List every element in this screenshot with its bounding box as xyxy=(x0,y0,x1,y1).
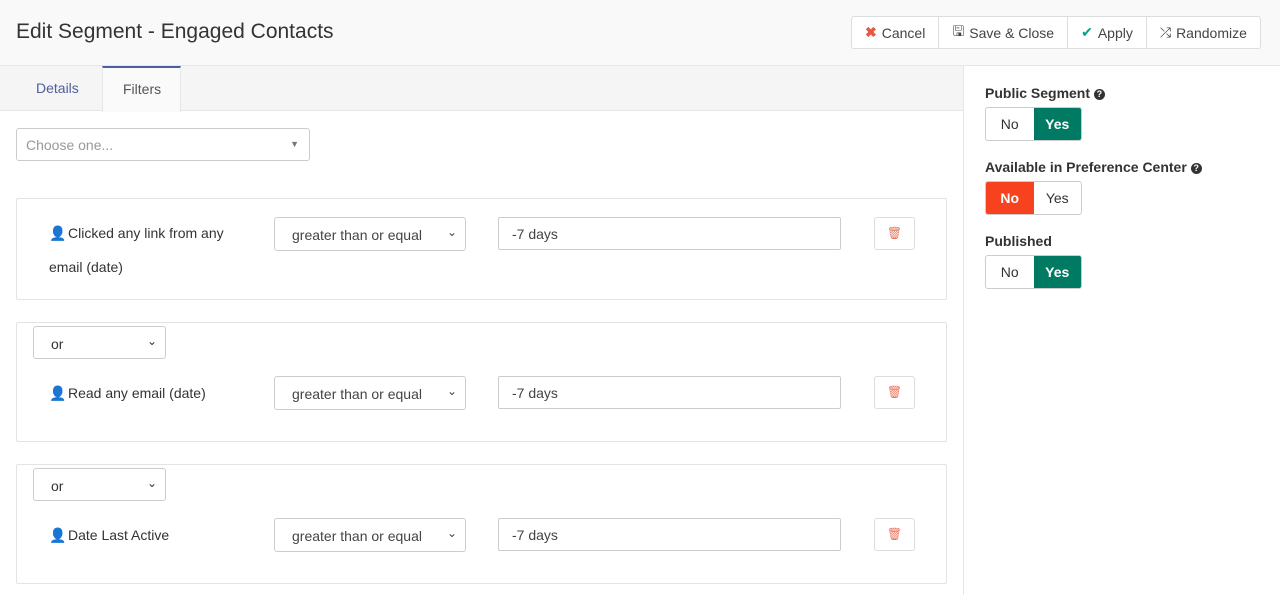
preference-center-toggle[interactable]: No Yes xyxy=(985,181,1082,215)
public-segment-setting: Public Segment ? No Yes xyxy=(985,85,1105,141)
caret-down-icon: ▼ xyxy=(290,139,299,149)
filter-row: or ⌄ 👤 Date Last Active greater than or eq… xyxy=(16,464,947,584)
user-icon: 👤 xyxy=(49,527,67,543)
delete-filter-button[interactable]: 🗑 xyxy=(874,518,915,551)
tab-details[interactable]: Details xyxy=(16,66,99,111)
no-option[interactable]: No xyxy=(986,108,1034,140)
published-toggle[interactable]: No Yes xyxy=(985,255,1082,289)
delete-filter-button[interactable]: 🗑 xyxy=(874,376,915,409)
tab-bar: Details Filters xyxy=(0,66,963,112)
filter-field-label: 👤 Read any email (date) xyxy=(49,376,249,410)
published-setting: Published No Yes xyxy=(985,233,1082,289)
preference-center-setting: Available in Preference Center ? No Yes xyxy=(985,159,1202,215)
delete-filter-button[interactable]: 🗑 xyxy=(874,217,915,250)
toolbar: ✖ Cancel 🖫 Save & Close ✔ Apply ⤮ Randomize xyxy=(851,16,1261,49)
user-icon: 👤 xyxy=(49,385,67,401)
help-icon[interactable]: ? xyxy=(1093,89,1105,100)
filter-row: or ⌄ 👤 Read any email (date) greater than … xyxy=(16,322,947,442)
save-icon: 🖫 xyxy=(952,22,965,39)
operator-select[interactable]: greater than or equal ⌄ xyxy=(274,376,466,410)
chevron-down-icon: ⌄ xyxy=(446,526,457,540)
filter-field-label: 👤 Date Last Active xyxy=(49,518,249,552)
filter-picker[interactable]: Choose one... ▼ xyxy=(16,128,310,161)
glue-select[interactable]: or ⌄ xyxy=(33,326,166,359)
shuffle-icon: ⤮ xyxy=(1159,24,1172,40)
value-input[interactable]: -7 days xyxy=(498,518,841,551)
operator-select[interactable]: greater than or equal ⌄ xyxy=(274,217,466,251)
value-input[interactable]: -7 days xyxy=(498,217,841,250)
apply-button[interactable]: ✔ Apply xyxy=(1068,17,1147,48)
chevron-down-icon: ⌄ xyxy=(446,225,457,239)
tab-filters[interactable]: Filters xyxy=(102,66,181,112)
page-header: Edit Segment - Engaged Contacts ✖ Cancel … xyxy=(0,0,1280,66)
yes-option[interactable]: Yes xyxy=(1033,108,1081,140)
trash-icon: 🗑 xyxy=(886,527,903,541)
filter-row: 👤 Clicked any link from any email (date) … xyxy=(16,198,947,300)
operator-select[interactable]: greater than or equal ⌄ xyxy=(274,518,466,552)
check-icon: ✔ xyxy=(1081,24,1093,40)
trash-icon: 🗑 xyxy=(886,226,903,240)
page-title: Edit Segment - Engaged Contacts xyxy=(16,20,334,43)
glue-select[interactable]: or ⌄ xyxy=(33,468,166,501)
chevron-down-icon: ⌄ xyxy=(146,476,157,490)
chevron-down-icon: ⌄ xyxy=(446,384,457,398)
close-icon: ✖ xyxy=(865,24,877,40)
divider xyxy=(963,66,964,595)
user-icon: 👤 xyxy=(49,225,67,241)
chevron-down-icon: ⌄ xyxy=(146,334,157,348)
randomize-button[interactable]: ⤮ Randomize xyxy=(1147,17,1260,48)
help-icon[interactable]: ? xyxy=(1190,163,1202,174)
yes-option[interactable]: Yes xyxy=(1034,182,1082,214)
value-input[interactable]: -7 days xyxy=(498,376,841,409)
filter-field-label: 👤 Clicked any link from any email (date) xyxy=(49,216,249,284)
no-option[interactable]: No xyxy=(986,182,1034,214)
save-close-button[interactable]: 🖫 Save & Close xyxy=(939,17,1069,48)
yes-option[interactable]: Yes xyxy=(1033,256,1081,288)
trash-icon: 🗑 xyxy=(886,385,903,399)
cancel-button[interactable]: ✖ Cancel xyxy=(852,17,940,48)
public-segment-toggle[interactable]: No Yes xyxy=(985,107,1082,141)
no-option[interactable]: No xyxy=(986,256,1034,288)
